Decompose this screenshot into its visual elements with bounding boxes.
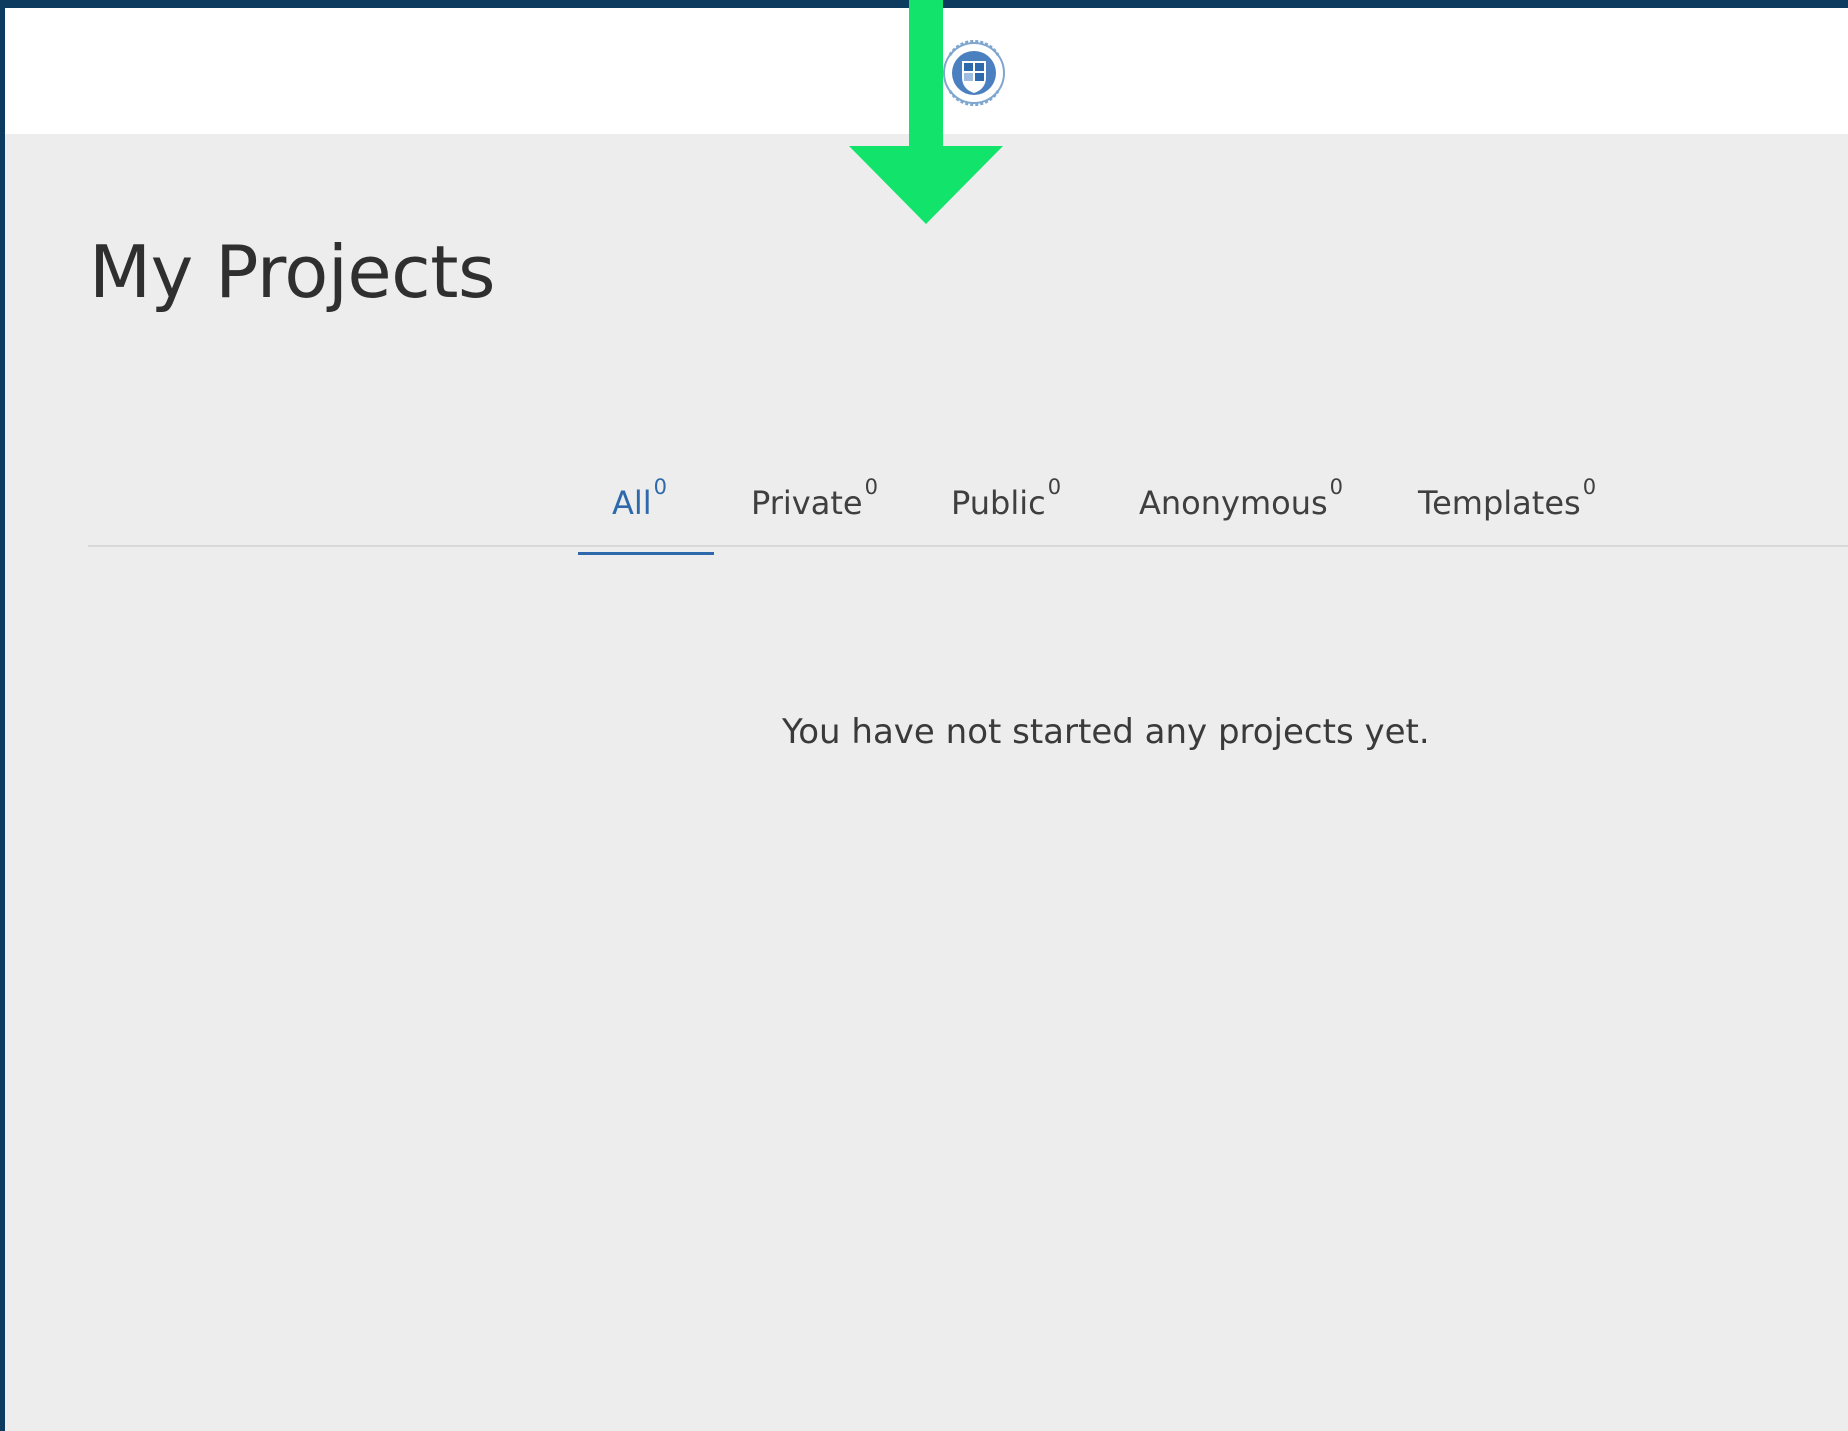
tab-count: 0 (1582, 475, 1597, 499)
tab-count: 0 (1047, 475, 1062, 499)
active-tab-indicator (578, 552, 714, 555)
tabs-divider (88, 545, 1848, 547)
tab-all[interactable]: All0 (612, 475, 667, 522)
tab-anonymous[interactable]: Anonymous0 (1139, 475, 1343, 522)
tab-count: 0 (1329, 475, 1344, 499)
empty-state-message: You have not started any projects yet. (782, 712, 1430, 752)
tab-label: Public (951, 484, 1046, 522)
page-title: My Projects (89, 230, 495, 314)
tab-count: 0 (653, 475, 668, 499)
tab-private[interactable]: Private0 (751, 475, 878, 522)
tab-label: Templates (1418, 484, 1581, 522)
tab-label: Private (751, 484, 863, 522)
tab-label: Anonymous (1139, 484, 1328, 522)
down-arrow-icon (849, 0, 1003, 224)
window-frame: My Projects All0 Private0 Public0 Anonym… (0, 0, 1848, 1431)
tab-label: All (612, 484, 652, 522)
tab-public[interactable]: Public0 (951, 475, 1061, 522)
tab-templates[interactable]: Templates0 (1418, 475, 1596, 522)
tab-count: 0 (864, 475, 878, 499)
